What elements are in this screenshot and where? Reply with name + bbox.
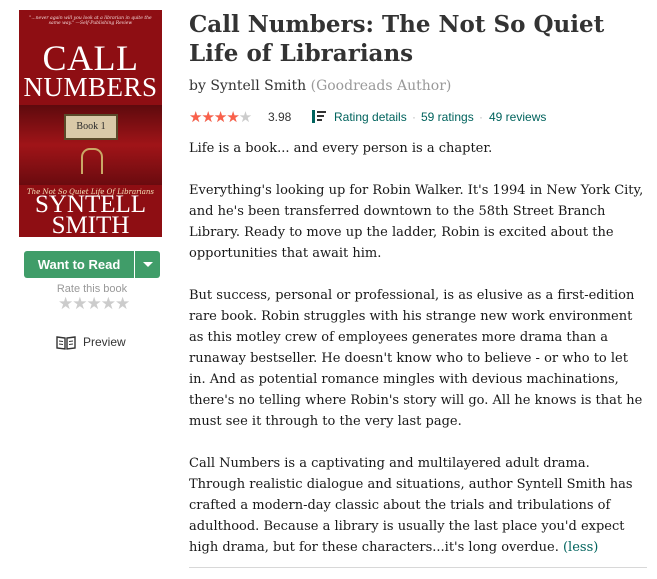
open-book-icon — [56, 336, 76, 350]
author-link[interactable]: Syntell Smith — [210, 78, 306, 94]
divider — [189, 567, 647, 568]
byline-prefix: by — [189, 78, 211, 94]
byline: by Syntell Smith (Goodreads Author) — [189, 78, 451, 94]
rating-details-link[interactable]: Rating details — [334, 110, 407, 124]
average-rating-value: 3.98 — [268, 110, 292, 124]
description-paragraph: Everything's looking up for Robin Walker… — [189, 183, 644, 261]
bar-list-icon[interactable] — [311, 109, 327, 125]
separator-dot: · — [479, 110, 483, 124]
less-link[interactable]: (less) — [563, 540, 598, 555]
cover-author-line2: SMITH — [51, 212, 130, 237]
caret-down-icon — [143, 262, 153, 267]
cover-title-line2: NUMBERS — [23, 72, 158, 102]
want-to-read-button[interactable]: Want to Read — [24, 251, 134, 278]
cover-blurb: "...never again will you look at a libra… — [29, 16, 152, 26]
preview-label: Preview — [83, 335, 126, 349]
reviews-count-link[interactable]: 49 reviews — [489, 110, 546, 124]
cover-drawer-handle — [81, 148, 103, 174]
cover-plate: Book 1 — [64, 114, 118, 140]
book-title: Call Numbers: The Not So Quiet Life of L… — [189, 11, 605, 67]
rate-stars-input[interactable]: ★★★★★ — [58, 295, 138, 313]
want-to-read-control: Want to Read — [24, 251, 160, 278]
cover-title-line1: CALL — [42, 38, 139, 78]
description-paragraph-last: Call Numbers is a captivating and multil… — [189, 453, 647, 558]
goodreads-author-badge: (Goodreads Author) — [310, 78, 452, 94]
rating-stars-filled: ★★★★★ — [189, 108, 239, 126]
shelf-dropdown-button[interactable] — [135, 251, 160, 278]
ratings-count-link[interactable]: 59 ratings — [421, 110, 474, 124]
description-paragraph: But success, personal or professional, i… — [189, 288, 643, 429]
separator-dot: · — [412, 110, 416, 124]
description-paragraph: Life is a book... and every person is a … — [189, 141, 493, 156]
book-description: Life is a book... and every person is a … — [189, 138, 647, 579]
preview-button[interactable]: Preview — [56, 334, 136, 352]
average-rating-stars: ★★★★★ ★★★★★ — [189, 108, 269, 126]
book-cover[interactable]: "...never again will you look at a libra… — [19, 10, 162, 237]
